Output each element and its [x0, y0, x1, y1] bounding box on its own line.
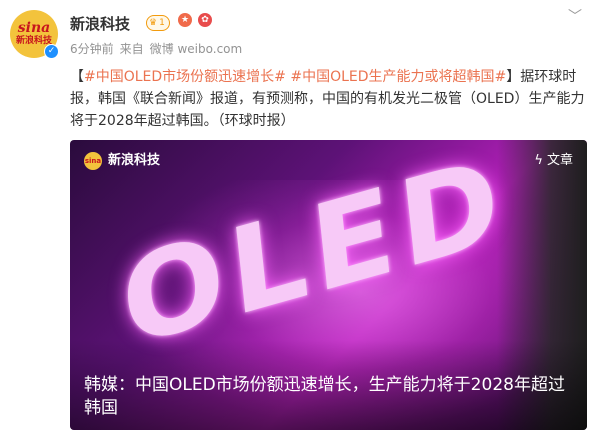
verified-icon: ✓ — [44, 44, 59, 59]
chevron-down-icon[interactable]: ﹀ — [568, 6, 582, 26]
hashtag-link[interactable]: #中国OLED市场份额迅速增长# — [84, 69, 286, 85]
bracket-open: 【 — [70, 69, 84, 85]
badge-icon[interactable]: ✿ — [198, 13, 212, 27]
post-timestamp[interactable]: 6分钟前 — [70, 40, 114, 57]
article-tag: ϟ 文章 — [534, 152, 573, 170]
hashtag-link[interactable]: #中国OLED生产能力或将超韩国# — [290, 69, 506, 85]
user-level-badge[interactable]: ♛ 1 — [146, 15, 170, 31]
bracket-close: 】 — [506, 69, 521, 85]
user-level: 1 — [159, 18, 165, 28]
source-prefix: 来自 — [119, 42, 144, 56]
medal-icon[interactable]: ★ — [178, 13, 192, 27]
post-text: 【#中国OLED市场份额迅速增长# #中国OLED生产能力或将超韩国#】据环球时… — [70, 66, 586, 132]
source-avatar: sina — [84, 152, 102, 170]
post-source[interactable]: 微博 weibo.com — [150, 40, 243, 57]
avatar-logo-text: sina — [17, 20, 51, 36]
article-tag-label: 文章 — [546, 153, 573, 168]
crown-icon: ♛ — [149, 18, 158, 28]
lightning-icon: ϟ — [534, 153, 543, 168]
account-name[interactable]: 新浪科技 — [70, 13, 130, 34]
article-source-name: 新浪科技 — [108, 153, 161, 168]
article-headline[interactable]: 韩媒：中国OLED市场份额迅速增长，生产能力将于2028年超过韩国 — [84, 374, 574, 420]
article-card[interactable]: OLED sina 新浪科技 ϟ 文章 韩媒：中国OLED市场份额迅速增长，生产… — [70, 140, 587, 430]
post-meta: 6分钟前 来自 微博 weibo.com — [70, 40, 242, 57]
